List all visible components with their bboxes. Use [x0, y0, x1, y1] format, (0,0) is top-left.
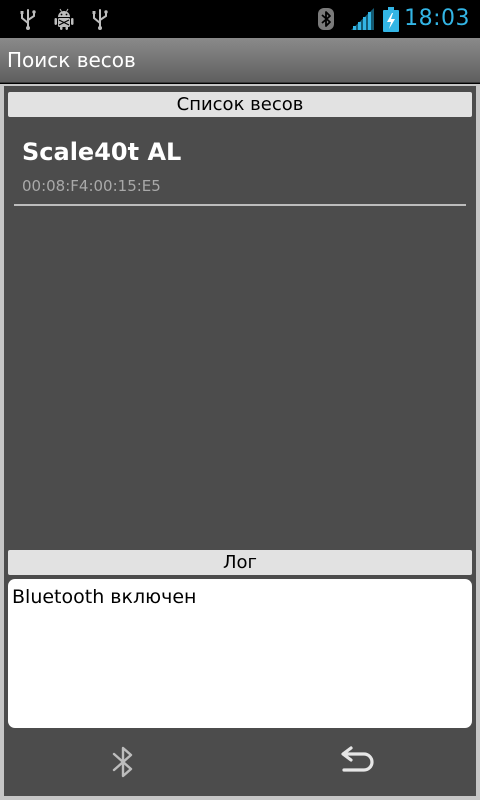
usb-icon [16, 7, 40, 31]
back-icon [338, 746, 374, 782]
bluetooth-button[interactable] [93, 739, 153, 789]
log-header: Лог [8, 550, 472, 575]
device-address: 00:08:F4:00:15:E5 [22, 177, 161, 195]
list-item[interactable]: Scale40t AL 00:08:F4:00:15:E5 [14, 124, 466, 206]
main-panel: Список весов Scale40t AL 00:08:F4:00:15:… [4, 86, 476, 796]
page-title: Поиск весов [7, 48, 136, 72]
battery-charging-icon [382, 7, 400, 32]
content: Список весов Scale40t AL 00:08:F4:00:15:… [0, 84, 480, 800]
device-name: Scale40t AL [22, 138, 182, 166]
scale-list-header: Список весов [8, 92, 472, 117]
usb-icon [88, 7, 112, 31]
status-bar: 18:03 [0, 0, 480, 38]
android-debug-icon [52, 7, 76, 31]
screen: 18:03 Поиск весов Список весов Scale40t … [0, 0, 480, 800]
signal-icon [350, 7, 374, 31]
clock: 18:03 [404, 6, 470, 31]
log-textarea[interactable]: Bluetooth включен [8, 579, 472, 728]
log-text: Bluetooth включен [12, 586, 197, 608]
title-bar: Поиск весов [0, 38, 480, 83]
back-button[interactable] [326, 739, 386, 789]
bluetooth-icon [110, 744, 136, 784]
bluetooth-icon [314, 7, 338, 31]
